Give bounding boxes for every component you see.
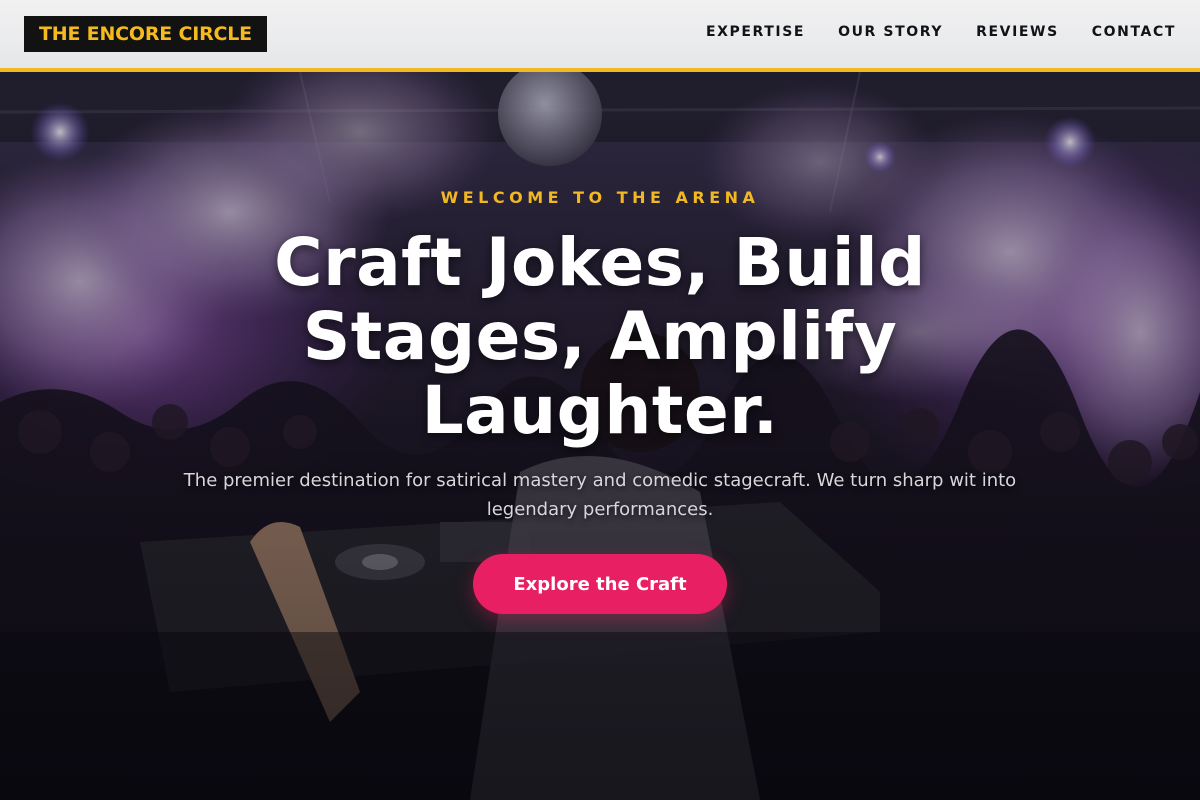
site-logo[interactable]: THE ENCORE CIRCLE: [24, 16, 267, 52]
hero-eyebrow: WELCOME TO THE ARENA: [440, 188, 760, 207]
logo-text: THE ENCORE CIRCLE: [39, 23, 252, 45]
nav-link-expertise[interactable]: EXPERTISE: [706, 24, 805, 44]
explore-craft-button[interactable]: Explore the Craft: [473, 554, 727, 614]
nav-link-our-story[interactable]: OUR STORY: [838, 24, 943, 44]
hero-subtext: The premier destination for satirical ma…: [183, 470, 1017, 520]
hero-section: WELCOME TO THE ARENA Craft Jokes, Build …: [0, 72, 1200, 800]
main-nav: EXPERTISE OUR STORY REVIEWS CONTACT: [706, 24, 1176, 44]
site-header: THE ENCORE CIRCLE EXPERTISE OUR STORY RE…: [0, 0, 1200, 72]
hero-headline: Craft Jokes, Build Stages, Amplify Laugh…: [274, 224, 926, 449]
nav-link-reviews[interactable]: REVIEWS: [976, 24, 1059, 44]
nav-link-contact[interactable]: CONTACT: [1092, 24, 1176, 44]
